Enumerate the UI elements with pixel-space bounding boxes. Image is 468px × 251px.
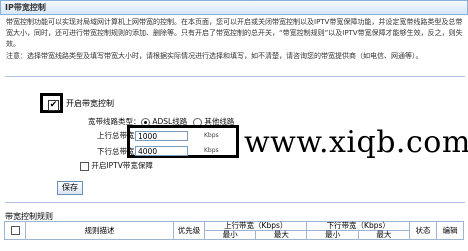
- note-text: 注意：选择带宽线路类型及填写带宽大小时，请根据实际情况进行选择和填写，如不清楚，…: [6, 52, 423, 60]
- rules-table: 规则描述 优先级 上行带宽（Kbps） 下行带宽（Kbps） 状态 编辑 最小 …: [4, 221, 464, 240]
- upload-bandwidth-input[interactable]: 1000: [135, 131, 188, 141]
- enable-bandwidth-label: 开启带宽控制: [66, 99, 114, 108]
- column-header: 下行带宽（Kbps）: [306, 221, 410, 231]
- divider: [5, 76, 465, 77]
- sub-column-header: 最大: [255, 230, 308, 240]
- column-header: 规则描述: [25, 221, 174, 240]
- column-header: 上行带宽（Kbps）: [203, 221, 308, 231]
- iptv-label: 开启IPTV带宽保障: [91, 161, 153, 170]
- column-header: 状态: [409, 221, 437, 240]
- download-bandwidth-input[interactable]: 4000: [135, 146, 188, 156]
- save-button[interactable]: 保存: [57, 181, 83, 195]
- sub-column-header: 最小: [203, 230, 257, 240]
- description-text: 带宽控制功能可以实现对局域网计算机上网带宽的控制。在本页面，您可以开启或关闭带宽…: [6, 18, 463, 48]
- watermark-text: www.xiqb.com: [244, 125, 468, 160]
- iptv-option[interactable]: 开启IPTV带宽保障: [80, 160, 153, 171]
- enable-highlight-box: ✔: [40, 93, 63, 113]
- select-all-checkbox[interactable]: [10, 226, 20, 235]
- sub-column-header: 最大: [357, 230, 411, 240]
- iptv-checkbox[interactable]: [80, 161, 89, 171]
- page-header: IP带宽控制: [0, 0, 468, 15]
- column-header: 编辑: [436, 221, 464, 240]
- select-all-cell: [4, 221, 26, 240]
- sub-column-header: 最小: [306, 230, 359, 240]
- download-unit: Kbps: [204, 147, 219, 154]
- enable-bandwidth-checkbox[interactable]: ✔: [48, 100, 59, 111]
- column-header: 优先级: [173, 221, 205, 240]
- divider: [5, 202, 465, 203]
- upload-unit: Kbps: [204, 132, 219, 139]
- page-title: IP带宽控制: [5, 3, 46, 12]
